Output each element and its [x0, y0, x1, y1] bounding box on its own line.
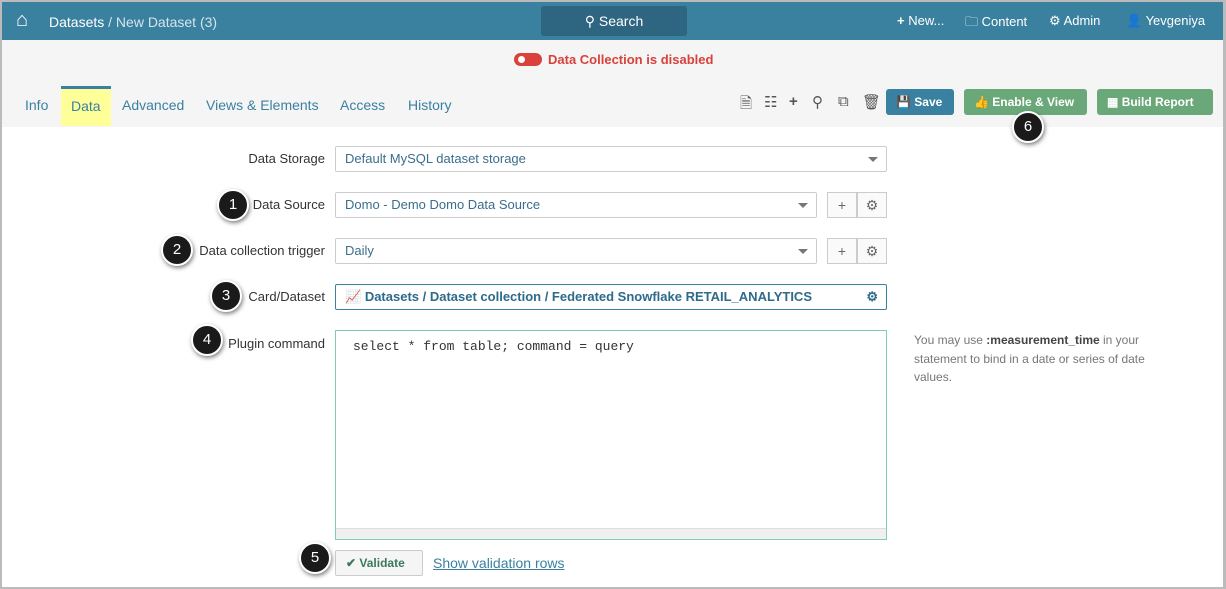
- save-button[interactable]: 💾 Save: [886, 89, 954, 115]
- data-storage-label: Data Storage: [248, 151, 325, 166]
- chevron-down-icon: [798, 249, 808, 254]
- resize-handle[interactable]: [336, 528, 886, 539]
- show-validation-rows-link[interactable]: Show validation rows: [433, 555, 565, 571]
- breadcrumb-sep: /: [104, 14, 116, 30]
- table-icon: ▦: [1107, 95, 1119, 109]
- card-dataset-value: Datasets / Dataset collection / Federate…: [364, 289, 812, 304]
- add-trigger-button[interactable]: +: [827, 238, 857, 264]
- trigger-settings-button[interactable]: ⚙: [857, 238, 887, 264]
- callout-2: 2: [161, 234, 193, 266]
- thumbs-up-icon: 👍: [974, 95, 989, 109]
- content-menu[interactable]: 🗀 Content: [965, 13, 1027, 35]
- save-icon: 💾: [896, 95, 911, 109]
- search-button[interactable]: ⚲ Search: [541, 6, 687, 36]
- help-pre: You may use: [914, 333, 987, 347]
- validate-button[interactable]: ✔ Validate: [335, 550, 423, 576]
- tab-info[interactable]: Info: [15, 86, 58, 126]
- tab-views-elements[interactable]: Views & Elements: [196, 86, 329, 126]
- trash-icon[interactable]: 🗑: [862, 93, 881, 111]
- add-data-source-button[interactable]: +: [827, 192, 857, 218]
- callout-3: 3: [210, 280, 242, 312]
- trigger-select[interactable]: Daily: [335, 238, 817, 264]
- new-menu[interactable]: + New...: [897, 13, 944, 28]
- trigger-value: Daily: [345, 243, 374, 258]
- chevron-down-icon: [798, 203, 808, 208]
- chevron-down-icon: [868, 157, 878, 162]
- top-bar: ⌂ Datasets / New Dataset (3) ⚲ Search + …: [2, 2, 1223, 40]
- plus-icon: +: [897, 13, 905, 28]
- search-icon[interactable]: ⚲: [812, 93, 823, 111]
- document-icon[interactable]: 🗎: [740, 93, 752, 118]
- data-source-settings-button[interactable]: ⚙: [857, 192, 887, 218]
- data-source-select[interactable]: Domo - Demo Domo Data Source: [335, 192, 817, 218]
- callout-5: 5: [299, 542, 331, 574]
- card-dataset-select[interactable]: 📈 Datasets / Dataset collection / Federa…: [335, 284, 887, 310]
- data-source-value: Domo - Demo Domo Data Source: [345, 197, 541, 212]
- content-label: Content: [981, 14, 1028, 29]
- plugin-command-textarea[interactable]: select * from table; command = query: [335, 330, 887, 540]
- gear-icon[interactable]: ⚙: [866, 285, 878, 309]
- check-icon: ✔: [346, 556, 357, 570]
- gear-icon: ⚙: [1049, 13, 1061, 28]
- hierarchy-icon[interactable]: ☷: [764, 93, 777, 111]
- plus-icon[interactable]: +: [789, 93, 798, 110]
- admin-menu[interactable]: ⚙ Admin: [1049, 13, 1100, 29]
- build-report-button[interactable]: ▦ Build Report: [1097, 89, 1213, 115]
- help-bold: :measurement_time: [986, 333, 1100, 347]
- callout-6: 6: [1012, 111, 1044, 143]
- copy-icon[interactable]: ⧉: [838, 93, 849, 110]
- toggle-switch[interactable]: [514, 53, 542, 66]
- help-text: You may use :measurement_time in your st…: [914, 331, 1174, 387]
- build-report-label: Build Report: [1121, 95, 1194, 109]
- data-storage-value: Default MySQL dataset storage: [345, 151, 526, 166]
- enable-view-label: Enable & View: [992, 95, 1075, 109]
- breadcrumb-current: New Dataset (3): [115, 14, 218, 30]
- user-icon: 👤: [1126, 13, 1143, 28]
- tab-advanced[interactable]: Advanced: [112, 86, 194, 126]
- folder-icon: 🗀: [965, 14, 979, 29]
- tab-data[interactable]: Data: [61, 86, 111, 126]
- plugin-command-label: Plugin command: [228, 336, 325, 351]
- user-menu[interactable]: 👤 Yevgeniya: [1126, 13, 1205, 29]
- tab-history[interactable]: History: [398, 86, 462, 126]
- card-dataset-label: Card/Dataset: [248, 289, 325, 304]
- tab-access[interactable]: Access: [330, 86, 395, 126]
- new-label: New...: [908, 13, 945, 28]
- data-storage-select[interactable]: Default MySQL dataset storage: [335, 146, 887, 172]
- breadcrumb: Datasets / New Dataset (3): [49, 14, 217, 30]
- plugin-command-value: select * from table; command = query: [353, 339, 634, 354]
- callout-1: 1: [217, 189, 249, 221]
- home-icon[interactable]: ⌂: [16, 9, 28, 32]
- search-label: Search: [598, 13, 644, 29]
- breadcrumb-datasets[interactable]: Datasets: [49, 14, 104, 30]
- search-icon: ⚲: [584, 13, 595, 29]
- save-label: Save: [914, 95, 943, 109]
- dataset-icon: 📈: [345, 289, 362, 304]
- data-source-label: Data Source: [252, 197, 325, 212]
- trigger-label: Data collection trigger: [199, 243, 325, 258]
- user-label: Yevgeniya: [1145, 13, 1206, 28]
- validate-label: Validate: [359, 556, 405, 570]
- callout-4: 4: [191, 324, 223, 356]
- admin-label: Admin: [1063, 13, 1101, 28]
- status-text: Data Collection is disabled: [548, 52, 714, 67]
- data-collection-status: Data Collection is disabled: [514, 52, 713, 67]
